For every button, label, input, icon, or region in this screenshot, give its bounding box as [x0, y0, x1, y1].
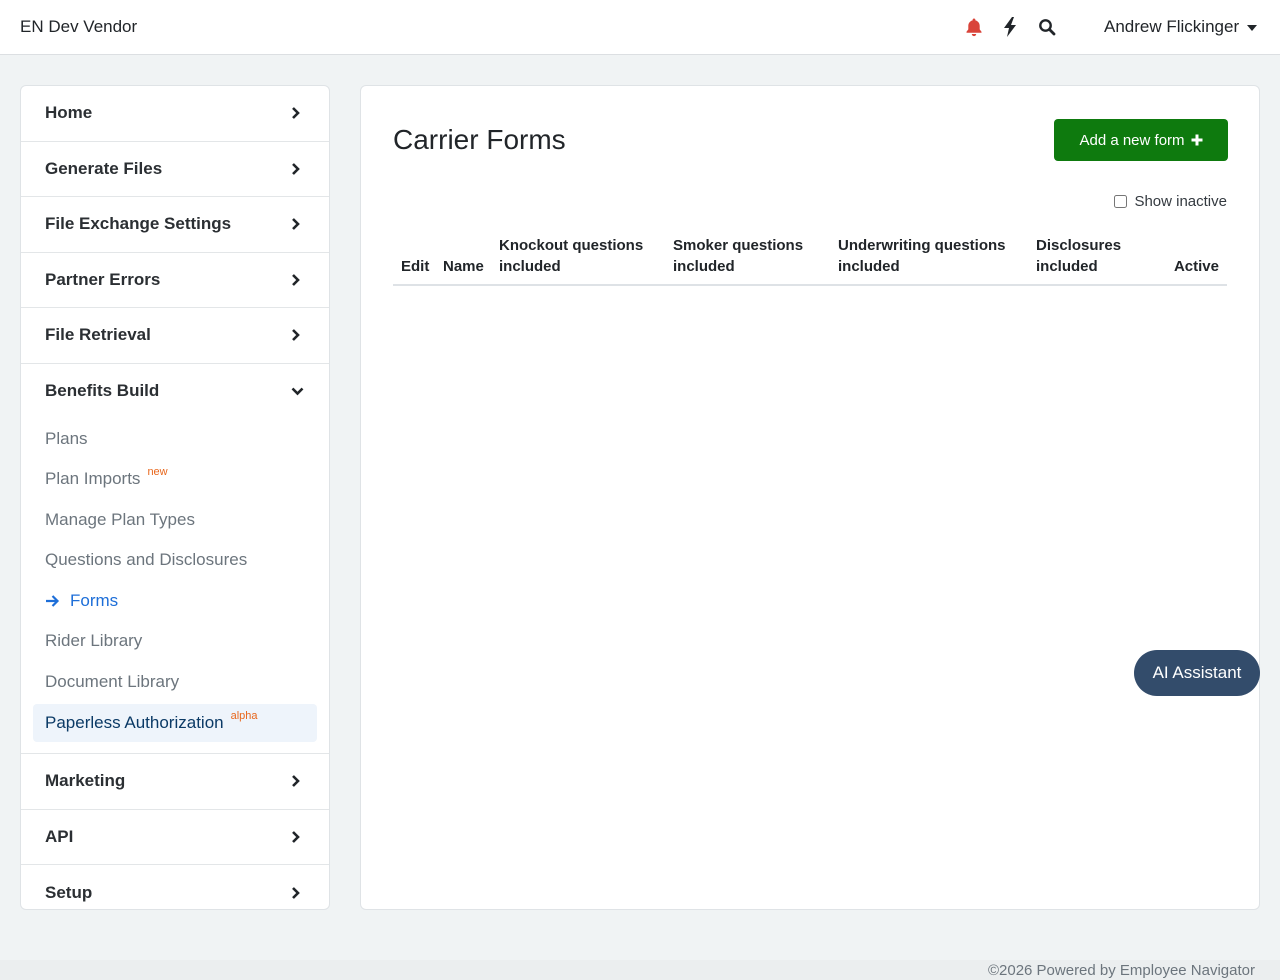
alpha-badge: alpha	[230, 710, 258, 722]
user-name: Andrew Flickinger	[1104, 17, 1240, 36]
chevron-right-icon	[292, 329, 300, 342]
chevron-right-icon	[292, 830, 300, 843]
sidebar-subitem-plan-imports[interactable]: Plan Imports new	[33, 459, 317, 500]
chevron-right-icon	[292, 273, 300, 286]
sidebar-subitem-label: Questions and Disclosures	[45, 550, 248, 570]
bell-icon[interactable]	[963, 16, 985, 38]
sidebar-item-label: Setup	[45, 882, 93, 902]
sidebar-subitem-plans[interactable]: Plans	[33, 419, 317, 460]
arrow-right-icon	[46, 594, 60, 607]
sidebar-subitem-forms[interactable]: Forms	[33, 581, 317, 622]
column-header-name[interactable]: Name	[443, 256, 484, 277]
sidebar-item-setup[interactable]: Setup	[21, 865, 329, 921]
sidebar-item-benefits-build[interactable]: Benefits Build	[21, 364, 329, 419]
show-inactive-checkbox[interactable]	[1114, 195, 1128, 208]
sidebar-subitem-label: Manage Plan Types	[45, 509, 195, 529]
plus-icon	[1191, 134, 1203, 146]
user-menu[interactable]: Andrew Flickinger	[1104, 17, 1258, 37]
chevron-right-icon	[292, 107, 300, 120]
sidebar-item-file-retrieval[interactable]: File Retrieval	[21, 308, 329, 364]
sidebar-item-label: Benefits Build	[45, 381, 160, 400]
sidebar-subitem-manage-plan-types[interactable]: Manage Plan Types	[33, 500, 317, 541]
new-badge: new	[147, 466, 168, 479]
column-header-active[interactable]: Active	[1174, 256, 1219, 277]
sidebar-subitem-document-library[interactable]: Document Library	[33, 662, 317, 703]
bolt-icon[interactable]	[999, 16, 1021, 38]
caret-down-icon	[1247, 25, 1258, 31]
column-header-knockout[interactable]: Knockout questions included	[499, 235, 643, 277]
sidebar-item-file-exchange-settings[interactable]: File Exchange Settings	[21, 197, 329, 253]
sidebar-subitem-label: Plan Imports	[45, 469, 141, 489]
add-new-form-button[interactable]: Add a new form	[1054, 119, 1228, 161]
chevron-right-icon	[292, 886, 300, 899]
sidebar-item-label: File Retrieval	[45, 325, 151, 345]
show-inactive-toggle[interactable]: Show inactive	[1114, 193, 1227, 210]
sidebar-subitem-questions-and-disclosures[interactable]: Questions and Disclosures	[33, 540, 317, 581]
sidebar-subitem-paperless-authorization[interactable]: Paperless Authorization alpha	[33, 704, 317, 742]
sidebar-subitem-label: Document Library	[45, 671, 180, 691]
sidebar-item-marketing[interactable]: Marketing	[21, 754, 329, 810]
main-card: Carrier Forms Add a new form Show inacti…	[360, 85, 1260, 910]
sidebar-item-label: API	[45, 826, 74, 846]
chevron-right-icon	[292, 775, 300, 788]
column-header-edit[interactable]: Edit	[401, 256, 429, 277]
chevron-right-icon	[292, 162, 300, 175]
sidebar-nav: Home Generate Files File Exchange Settin…	[20, 85, 330, 910]
column-header-smoker[interactable]: Smoker questions included	[673, 235, 803, 277]
sidebar-item-home[interactable]: Home	[21, 86, 329, 142]
add-new-form-label: Add a new form	[1079, 131, 1185, 149]
sidebar-item-label: Home	[45, 103, 93, 123]
sidebar-item-label: Marketing	[45, 771, 126, 791]
sidebar-subitem-rider-library[interactable]: Rider Library	[33, 621, 317, 662]
footer: ©2026 Powered by Employee Navigator	[0, 960, 1280, 980]
footer-text: ©2026 Powered by Employee Navigator	[987, 962, 1255, 979]
sidebar-item-label: Partner Errors	[45, 269, 161, 289]
sidebar-item-generate-files[interactable]: Generate Files	[21, 142, 329, 197]
sidebar-item-label: File Exchange Settings	[45, 214, 232, 234]
top-bar: EN Dev Vendor Andrew Flickinger	[0, 0, 1280, 55]
show-inactive-label: Show inactive	[1134, 193, 1227, 210]
ai-assistant-button[interactable]: AI Assistant	[1134, 650, 1260, 696]
sidebar-item-partner-errors[interactable]: Partner Errors	[21, 253, 329, 308]
sidebar-subitem-label: Forms	[70, 590, 119, 610]
sidebar-item-label: Generate Files	[45, 158, 163, 178]
brand-name[interactable]: EN Dev Vendor	[20, 17, 137, 37]
page-title: Carrier Forms	[393, 124, 566, 155]
sidebar-item-api[interactable]: API	[21, 810, 329, 865]
sidebar-subitem-label: Paperless Authorization	[45, 713, 224, 732]
sidebar-subitem-label: Plans	[45, 428, 88, 448]
chevron-down-icon	[291, 387, 304, 396]
forms-table-header: Edit Name Knockout questions included Smo…	[393, 234, 1227, 286]
sidebar-subitem-label: Rider Library	[45, 631, 143, 651]
column-header-disclosures[interactable]: Disclosures included	[1036, 235, 1121, 277]
sidebar-group-benefits-build: Benefits Build Plans Plan Imports new Ma…	[21, 364, 329, 754]
search-icon[interactable]	[1036, 16, 1058, 38]
chevron-right-icon	[292, 218, 300, 231]
column-header-underwriting[interactable]: Underwriting questions included	[838, 235, 1006, 277]
